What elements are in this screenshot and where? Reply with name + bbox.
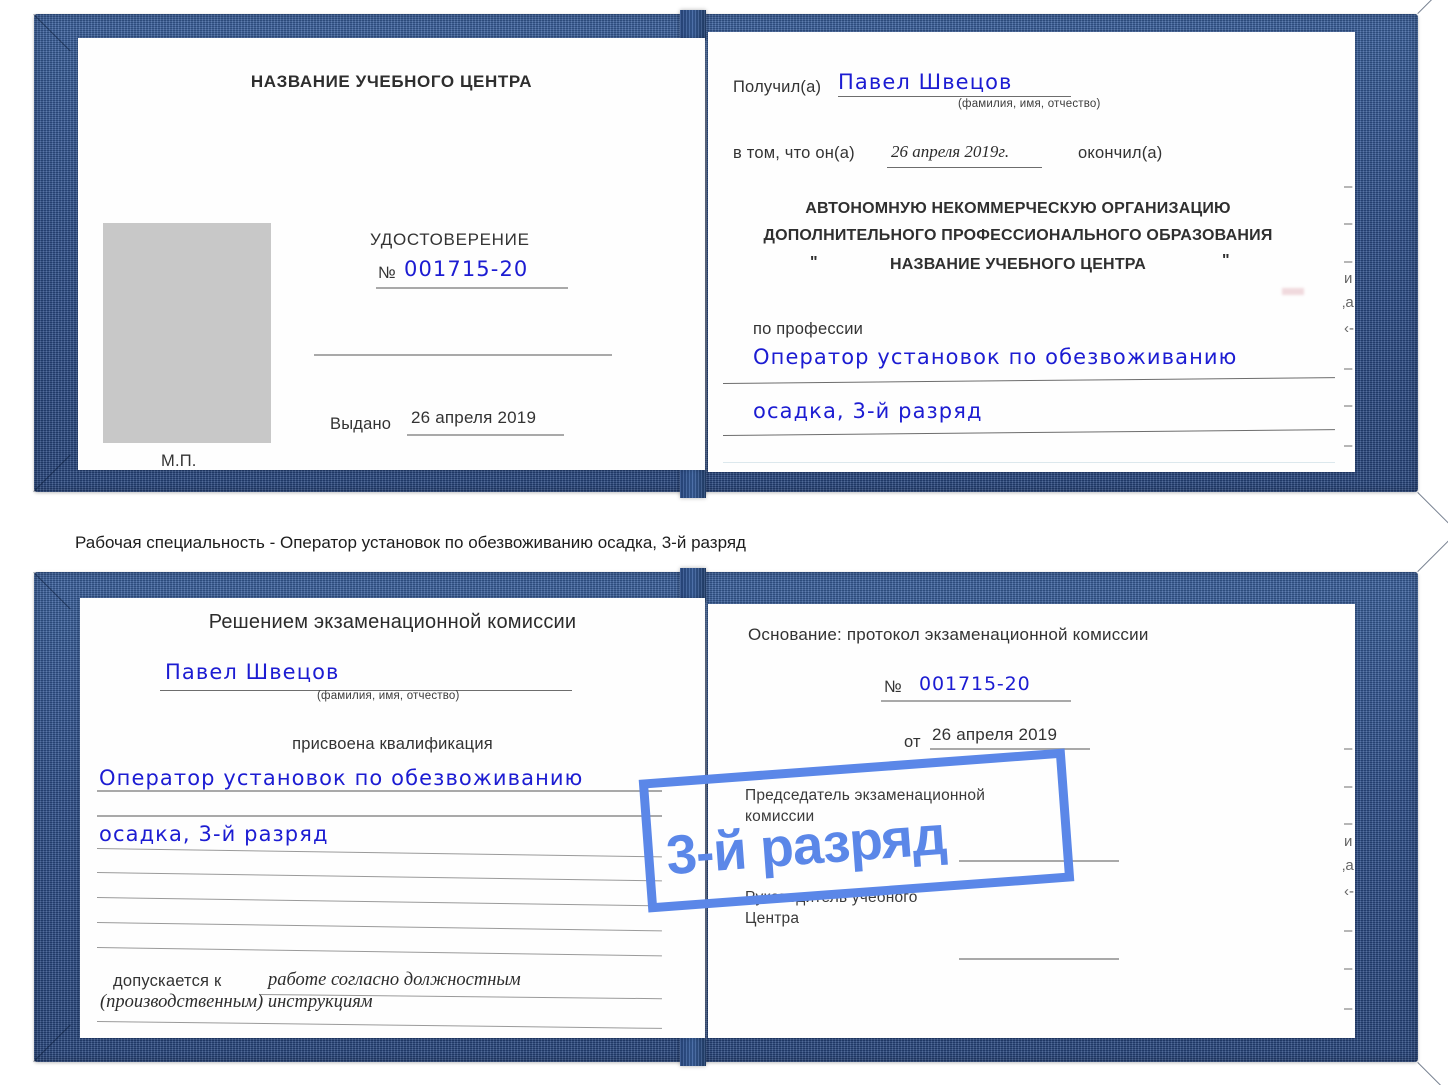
top-left-issued-rule <box>407 434 564 436</box>
top-right-org-quote-close: " <box>1222 252 1230 269</box>
bleed-mark-b8: – <box>1344 960 1353 977</box>
bleed-mark-t3: – <box>1344 253 1353 270</box>
cover-miter-bl-bl <box>33 1024 71 1062</box>
top-right-completion-date: 26 апреля 2019г. <box>891 142 1010 161</box>
bleed-mark-t5: ‚а <box>1342 294 1354 311</box>
bottom-right-date-value: 26 апреля 2019 <box>932 725 1058 744</box>
bottom-right-date-rule <box>930 748 1090 750</box>
top-right-profession-label: по профессии <box>753 320 864 338</box>
bottom-left-qualification-line-1: Оператор установок по обезвоживанию <box>99 766 584 790</box>
cover-miter-bl-tr <box>1417 534 1448 572</box>
bottom-right-director-sign-rule <box>959 958 1119 960</box>
bleed-mark-t4: и <box>1344 270 1353 287</box>
top-right-fio-hint: (фамилия, имя, отчество) <box>958 98 1101 110</box>
top-left-blank-rule <box>314 354 612 356</box>
top-right-received-value: Павел Швецов <box>838 70 1013 94</box>
top-right-org-line-2: ДОПОЛНИТЕЛЬНОГО ПРОФЕССИОНАЛЬНОГО ОБРАЗО… <box>763 227 1273 244</box>
bottom-right-director-line-2: Центра <box>745 910 800 927</box>
cover-miter-bl-tl <box>33 572 71 610</box>
bleed-mark-t2: – <box>1344 215 1353 232</box>
bleed-mark-t1: – <box>1344 178 1353 195</box>
cover-miter-tr <box>1417 0 1448 14</box>
bottom-left-qualification-line-2: осадка, 3-й разряд <box>99 822 329 846</box>
bottom-right-number-rule <box>881 700 1071 702</box>
bottom-left-heading: Решением экзаменационной комиссии <box>208 611 577 633</box>
top-right-profession-rule-3 <box>723 462 1335 463</box>
top-left-number-value: 001715-20 <box>404 257 529 281</box>
bottom-left-rule-2 <box>97 815 662 817</box>
bottom-right-basis-label: Основание: протокол экзаменационной коми… <box>748 625 1149 644</box>
bottom-left-qualification-label: присвоена квалификация <box>292 735 493 753</box>
certificate-screenshot: НАЗВАНИЕ УЧЕБНОГО ЦЕНТРА УДОСТОВЕРЕНИЕ №… <box>0 0 1448 1085</box>
bottom-right-date-label: от <box>904 733 921 751</box>
pink-smudge-top <box>1282 288 1304 295</box>
cover-miter-bl-br <box>1417 1062 1448 1085</box>
bleed-mark-b5: ‚а <box>1342 857 1354 874</box>
top-left-number-label: № <box>378 264 396 282</box>
top-right-org-line-3: НАЗВАНИЕ УЧЕБНОГО ЦЕНТРА <box>889 256 1147 273</box>
bottom-left-name-value: Павел Швецов <box>165 660 340 684</box>
bleed-mark-b2: – <box>1344 778 1353 795</box>
top-left-doc-type: УДОСТОВЕРЕНИЕ <box>370 230 530 249</box>
spine-tab-top <box>680 10 706 40</box>
bottom-left-admitted-value-2: (производственным) инструкциям <box>100 992 373 1012</box>
spine-tab-top-bottom <box>680 470 706 498</box>
bleed-mark-b9: – <box>1344 1000 1353 1017</box>
top-right-date-rule <box>887 167 1042 168</box>
top-left-heading: НАЗВАНИЕ УЧЕБНОГО ЦЕНТРА <box>250 72 533 91</box>
bottom-left-admitted-value-1: работе согласно должностным <box>268 970 521 990</box>
bleed-mark-b7: – <box>1344 922 1353 939</box>
bleed-mark-b6: ‹- <box>1344 883 1354 900</box>
cover-miter-br <box>1417 492 1448 530</box>
top-left-number-rule <box>376 287 568 289</box>
bottom-left-rule-1 <box>97 790 662 792</box>
bottom-left-fio-hint: (фамилия, имя, отчество) <box>317 690 460 702</box>
top-right-profession-line-1: Оператор установок по обезвоживанию <box>753 345 1238 369</box>
bottom-left-admitted-label: допускается к <box>113 972 222 990</box>
bleed-mark-b1: – <box>1344 740 1353 757</box>
page-fold-top <box>705 40 707 472</box>
bleed-mark-b4: и <box>1344 833 1353 850</box>
bleed-mark-t9: – <box>1344 437 1353 454</box>
cover-miter-tl <box>33 14 71 52</box>
top-right-inthat-label: в том, что он(а) <box>733 144 855 162</box>
bleed-mark-t7: – <box>1344 360 1353 377</box>
top-right-profession-line-2: осадка, 3-й разряд <box>753 399 983 423</box>
top-left-issued-label: Выдано <box>330 415 392 433</box>
photo-placeholder <box>103 223 271 443</box>
bleed-mark-t6: ‹- <box>1344 320 1354 337</box>
top-left-issued-value: 26 апреля 2019 <box>411 408 537 427</box>
top-right-finished-label: окончил(а) <box>1078 144 1163 162</box>
bottom-right-number-label: № <box>884 678 902 696</box>
bottom-right-number-value: 001715-20 <box>919 673 1031 695</box>
top-right-org-line-1: АВТОНОМНУЮ НЕКОММЕРЧЕСКУЮ ОРГАНИЗАЦИЮ <box>805 200 1231 217</box>
top-right-received-label: Получил(а) <box>733 78 822 96</box>
spine-tab-bottom-lower <box>680 1038 706 1066</box>
top-left-stamp-label: М.П. <box>161 452 197 470</box>
caption-text: Рабочая специальность - Оператор установ… <box>75 533 746 552</box>
bleed-mark-t8: – <box>1344 397 1353 414</box>
bleed-mark-b3: – <box>1344 815 1353 832</box>
top-right-received-rule <box>838 96 1071 97</box>
spine-tab-bottom <box>680 568 706 602</box>
cover-miter-bl <box>33 454 71 492</box>
